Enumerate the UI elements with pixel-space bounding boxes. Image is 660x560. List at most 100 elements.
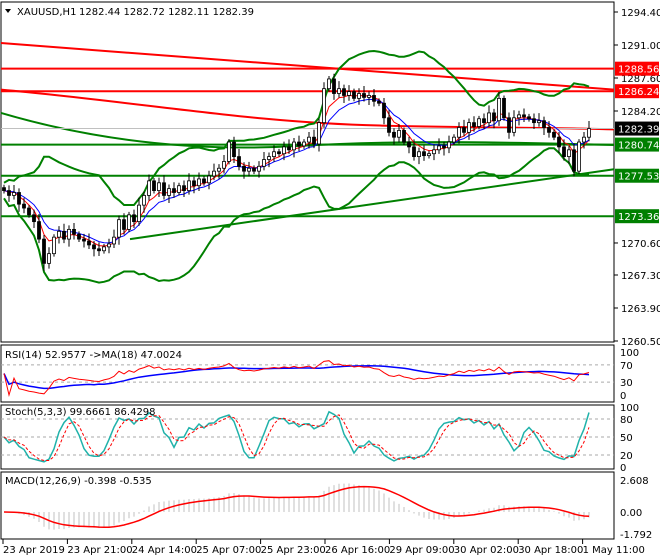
candle-body <box>287 146 291 151</box>
x-tick-label: 23 Apr 2019 <box>3 545 65 556</box>
chart-window[interactable]: XAUUSD,H1 1282.44 1282.72 1282.11 1282.39… <box>0 0 660 560</box>
macd-axis-label: 0.00 <box>620 508 642 519</box>
candle-body <box>157 182 161 191</box>
candle-body <box>252 167 256 172</box>
candle-body <box>277 151 281 155</box>
ohlc-readout: 1282.44 1282.72 1282.11 1282.39 <box>79 7 254 18</box>
rsi-axis-label: 70 <box>620 361 633 372</box>
candle-body <box>322 88 326 124</box>
candles <box>2 73 591 271</box>
candle-body <box>462 127 466 133</box>
candle-body <box>507 117 511 133</box>
x-tick-label: 26 Apr 16:00 <box>325 545 390 556</box>
rsi-label: RSI(14) 52.9577 ->MA(18) 47.0024 <box>5 350 182 361</box>
candle-body <box>372 95 376 102</box>
price-tag-label: 1273.36 <box>618 212 659 223</box>
candle-body <box>357 93 361 99</box>
candle-body <box>152 180 156 191</box>
chart-canvas[interactable]: XAUUSD,H1 1282.44 1282.72 1282.11 1282.39… <box>0 0 660 560</box>
candle-body <box>542 120 546 128</box>
candle-body <box>232 141 236 158</box>
x-tick-label: 1 May 11:00 <box>583 545 645 556</box>
macd-signal-line <box>3 485 590 528</box>
stoch-axis-label: 20 <box>620 451 633 462</box>
y-tick-label: 1294.40 <box>621 8 660 19</box>
x-tick-label: 30 Apr 02:00 <box>454 545 519 556</box>
candle-body <box>282 146 286 155</box>
candle-body <box>42 238 46 264</box>
red-trendline <box>0 42 615 91</box>
x-tick-label: 23 Apr 21:00 <box>67 545 132 556</box>
candle-body <box>437 145 441 151</box>
candle-body <box>62 230 66 240</box>
candle-body <box>57 230 61 238</box>
candle-body <box>102 246 106 252</box>
ema-fast <box>3 94 590 247</box>
candle-body <box>207 175 211 184</box>
candle-body <box>347 91 351 96</box>
rsi-axis-label: 100 <box>620 348 639 359</box>
candle-body <box>217 167 221 172</box>
candle-body <box>262 159 266 167</box>
candle-body <box>237 156 241 167</box>
candle-body <box>407 141 411 148</box>
rsi-axis-label: 0 <box>620 391 626 402</box>
candle-body <box>167 188 171 196</box>
macd-axis-label: 2.608 <box>620 476 649 487</box>
candle-body <box>242 165 246 172</box>
candle-body <box>332 78 336 94</box>
candle-body <box>97 248 101 252</box>
candle-body <box>537 120 541 124</box>
candle-body <box>17 192 21 205</box>
candle-body <box>142 195 146 206</box>
candle-body <box>382 102 386 119</box>
candle-body <box>307 136 311 143</box>
stoch-axis-label: 100 <box>620 403 639 414</box>
candle-body <box>67 228 71 240</box>
candle-body <box>472 122 476 127</box>
price-tag-label: 1282.39 <box>618 125 659 136</box>
candle-body <box>452 136 456 143</box>
candle-body <box>397 130 401 138</box>
candle-body <box>27 207 31 216</box>
candle-body <box>137 204 141 223</box>
candle-body <box>442 145 446 149</box>
candle-body <box>2 187 6 191</box>
candle-body <box>177 185 181 193</box>
candle-body <box>92 244 96 250</box>
candle-body <box>432 149 436 155</box>
candle-body <box>402 130 406 143</box>
candle-body <box>77 233 81 240</box>
candle-body <box>422 151 426 157</box>
candle-body <box>272 151 276 158</box>
candle-body <box>267 156 271 160</box>
candle-body <box>227 141 231 162</box>
candle-body <box>317 122 321 145</box>
candle-body <box>197 178 201 187</box>
candle-body <box>567 149 571 158</box>
candle-body <box>182 185 186 191</box>
candle-body <box>117 219 121 238</box>
candle-body <box>482 118 486 124</box>
macd-label: MACD(12,26,9) -0.398 -0.535 <box>5 476 152 487</box>
candle-body <box>52 236 56 255</box>
candle-body <box>312 136 316 145</box>
candle-body <box>127 214 131 230</box>
candle-body <box>517 114 521 119</box>
y-tick-label: 1260.50 <box>621 337 660 348</box>
candle-body <box>582 136 586 143</box>
candle-body <box>367 95 371 98</box>
candle-body <box>37 221 41 240</box>
candle-body <box>557 136 561 148</box>
candle-body <box>497 97 501 122</box>
y-tick-label: 1284.20 <box>621 107 660 118</box>
candle-body <box>552 131 556 138</box>
candle-body <box>112 236 116 245</box>
candle-body <box>377 100 381 104</box>
candle-body <box>187 180 191 191</box>
y-tick-label: 1291.00 <box>621 41 660 52</box>
candle-body <box>427 153 431 157</box>
candle-body <box>572 149 576 172</box>
red-moving-average <box>0 88 615 131</box>
price-tag-label: 1280.74 <box>618 141 659 152</box>
